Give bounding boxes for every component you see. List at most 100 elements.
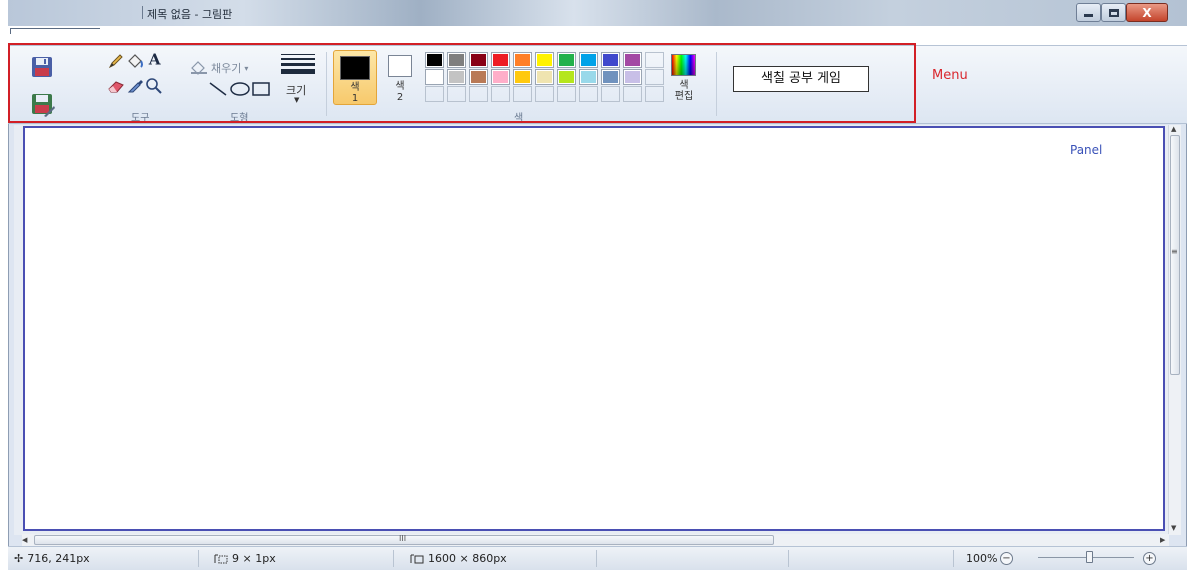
tools-group-label: 도구: [131, 113, 150, 124]
color1-button[interactable]: 색1: [333, 50, 377, 105]
window-title: 제목 없음 - 그림판: [147, 8, 233, 21]
line-thickness-icon: [281, 54, 315, 77]
zoom-out-button[interactable]: −: [1000, 552, 1013, 565]
pencil-icon: [108, 54, 123, 69]
palette-custom-slot[interactable]: [601, 86, 620, 102]
vertical-scrollbar[interactable]: ▲ ≡ ▼: [1168, 125, 1181, 535]
rectangle-shape-button[interactable]: [252, 82, 270, 96]
file-menu-tab[interactable]: [10, 28, 100, 34]
title-separator: [142, 6, 143, 19]
palette-custom-slot[interactable]: [491, 86, 510, 102]
palette-custom-slot[interactable]: [623, 86, 642, 102]
palette-custom-slot[interactable]: [645, 86, 664, 102]
palette-color-swatch[interactable]: [469, 52, 488, 68]
save-button[interactable]: [30, 55, 54, 79]
palette-color-swatch[interactable]: [513, 69, 532, 85]
palette-custom-slot[interactable]: [535, 86, 554, 102]
palette-custom-slot[interactable]: [645, 52, 664, 68]
palette-custom-slot[interactable]: [469, 86, 488, 102]
fill-tool-button[interactable]: [126, 52, 144, 70]
zoom-in-button[interactable]: +: [1143, 552, 1156, 565]
palette-custom-slot[interactable]: [513, 86, 532, 102]
save-as-button[interactable]: [30, 92, 56, 118]
selection-size: 9 × 1px: [214, 552, 276, 565]
palette-custom-slot[interactable]: [425, 86, 444, 102]
crosshair-icon: ✢: [14, 552, 24, 565]
color2-label: 색2: [395, 81, 405, 103]
palette-color-swatch[interactable]: [425, 52, 444, 68]
palette-color-swatch[interactable]: [447, 69, 466, 85]
palette-color-swatch[interactable]: [469, 69, 488, 85]
color-picker-tool-button[interactable]: [127, 77, 145, 95]
image-size-value: 1600 × 860px: [428, 552, 507, 565]
palette-color-swatch[interactable]: [513, 52, 532, 68]
color1-swatch: [340, 56, 370, 80]
scroll-right-arrow-icon[interactable]: ▶: [1160, 536, 1165, 544]
menu-tab-strip: [8, 26, 1187, 46]
eyedropper-icon: [127, 80, 143, 93]
scroll-up-arrow-icon[interactable]: ▲: [1171, 125, 1176, 133]
color2-button[interactable]: 색2: [385, 50, 415, 105]
palette-color-swatch[interactable]: [557, 69, 576, 85]
close-button[interactable]: X: [1126, 3, 1168, 22]
magnifier-tool-button[interactable]: [145, 77, 163, 95]
palette-color-swatch[interactable]: [579, 69, 598, 85]
cursor-position: ✢ 716, 241px: [14, 552, 90, 565]
color-palette: [425, 52, 664, 102]
coloring-game-button[interactable]: 색칠 공부 게임: [733, 66, 869, 92]
palette-color-swatch[interactable]: [491, 69, 510, 85]
fill-dropdown[interactable]: 채우기 ▾: [190, 60, 248, 76]
palette-color-swatch[interactable]: [623, 69, 642, 85]
palette-color-swatch[interactable]: [601, 69, 620, 85]
size-button[interactable]: 크기 ▼: [278, 50, 318, 108]
palette-custom-slot[interactable]: [645, 69, 664, 85]
oval-shape-button[interactable]: [230, 82, 250, 96]
palette-color-swatch[interactable]: [623, 52, 642, 68]
minimize-icon: [1084, 14, 1093, 17]
group-divider: [716, 52, 717, 116]
minimize-button[interactable]: [1076, 3, 1101, 22]
status-divider: [596, 550, 597, 567]
palette-color-swatch[interactable]: [425, 69, 444, 85]
scroll-grip-icon: ≡: [1171, 247, 1178, 256]
svg-text:A: A: [148, 50, 162, 68]
zoom-slider-thumb[interactable]: [1086, 551, 1093, 563]
palette-color-swatch[interactable]: [491, 52, 510, 68]
color1-label: 색1: [350, 82, 360, 104]
maximize-button[interactable]: [1101, 3, 1126, 22]
horizontal-scroll-thumb[interactable]: III: [34, 534, 774, 545]
scroll-grip-icon: III: [399, 534, 407, 543]
paint-bucket-icon: [128, 54, 143, 68]
title-bar: 제목 없음 - 그림판 X: [8, 0, 1187, 26]
scroll-down-arrow-icon[interactable]: ▼: [1171, 524, 1176, 532]
status-divider: [393, 550, 394, 567]
text-tool-button[interactable]: A: [146, 50, 164, 68]
palette-custom-slot[interactable]: [579, 86, 598, 102]
drawing-panel[interactable]: [23, 126, 1165, 531]
scroll-left-arrow-icon[interactable]: ◀: [22, 536, 27, 544]
status-divider: [953, 550, 954, 567]
cursor-position-value: 716, 241px: [27, 552, 90, 565]
eraser-tool-button[interactable]: [107, 77, 125, 95]
palette-custom-slot[interactable]: [447, 86, 466, 102]
close-icon: X: [1142, 5, 1152, 20]
horizontal-scrollbar[interactable]: ◀ III ▶: [22, 534, 1169, 546]
line-shape-button[interactable]: [209, 82, 227, 96]
edit-colors-button[interactable]: 색 편집: [666, 52, 702, 107]
image-size-icon: [410, 554, 424, 563]
palette-color-swatch[interactable]: [601, 52, 620, 68]
group-divider: [326, 52, 327, 116]
panel-annotation-label: Panel: [1070, 143, 1103, 157]
palette-custom-slot[interactable]: [557, 86, 576, 102]
palette-color-swatch[interactable]: [579, 52, 598, 68]
save-as-icon: [32, 94, 55, 117]
palette-color-swatch[interactable]: [447, 52, 466, 68]
palette-color-swatch[interactable]: [557, 52, 576, 68]
edit-colors-label: 색 편집: [674, 80, 694, 102]
selection-size-value: 9 × 1px: [232, 552, 276, 565]
chevron-down-icon: ▾: [244, 63, 249, 73]
palette-color-swatch[interactable]: [535, 52, 554, 68]
palette-color-swatch[interactable]: [535, 69, 554, 85]
colors-group-label: 색: [514, 113, 524, 124]
pencil-tool-button[interactable]: [107, 52, 125, 70]
